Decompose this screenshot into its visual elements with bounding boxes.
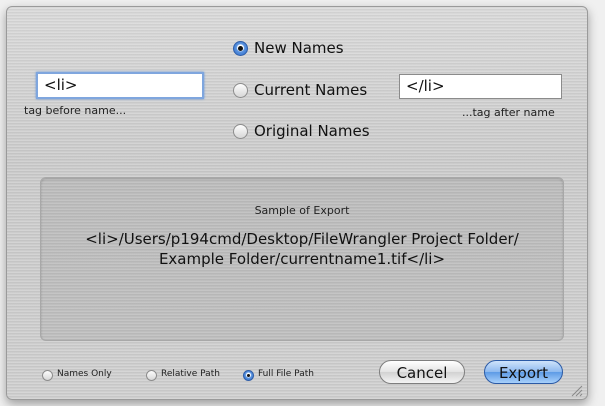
cancel-button[interactable]: Cancel [379, 360, 465, 384]
tag-before-input[interactable]: <li> [36, 72, 204, 99]
radio-relative-path-label: Relative Path [161, 369, 220, 379]
radio-current-names-label: Current Names [254, 81, 368, 99]
radio-original-names-label: Original Names [254, 122, 370, 140]
radio-new-names-label: New Names [254, 39, 344, 57]
tag-after-input[interactable]: </li> [399, 74, 562, 99]
radio-full-file-path-indicator[interactable] [243, 370, 254, 381]
export-button[interactable]: Export [484, 360, 563, 384]
radio-original-names-indicator[interactable] [233, 124, 248, 139]
sample-title: Sample of Export [254, 204, 350, 217]
radio-relative-path-indicator[interactable] [146, 370, 157, 381]
export-dialog: New Names Current Names Original Names <… [6, 6, 588, 400]
tag-after-caption: ...tag after name [462, 106, 555, 119]
tag-before-caption: tag before name... [24, 104, 127, 117]
radio-current-names-indicator[interactable] [233, 83, 248, 98]
sample-path-line-1: <li>/Users/p194cmd/Desktop/FileWrangler … [85, 230, 519, 248]
radio-names-only-label: Names Only [57, 369, 112, 379]
radio-full-file-path-label: Full File Path [258, 369, 314, 379]
radio-names-only-indicator[interactable] [42, 370, 53, 381]
sample-path-line-2: Example Folder/currentname1.tif</li> [158, 250, 446, 268]
radio-new-names-indicator[interactable] [233, 41, 248, 56]
sample-export-box: Sample of Export <li>/Users/p194cmd/Desk… [40, 177, 564, 341]
resize-grip-icon[interactable] [569, 383, 583, 397]
